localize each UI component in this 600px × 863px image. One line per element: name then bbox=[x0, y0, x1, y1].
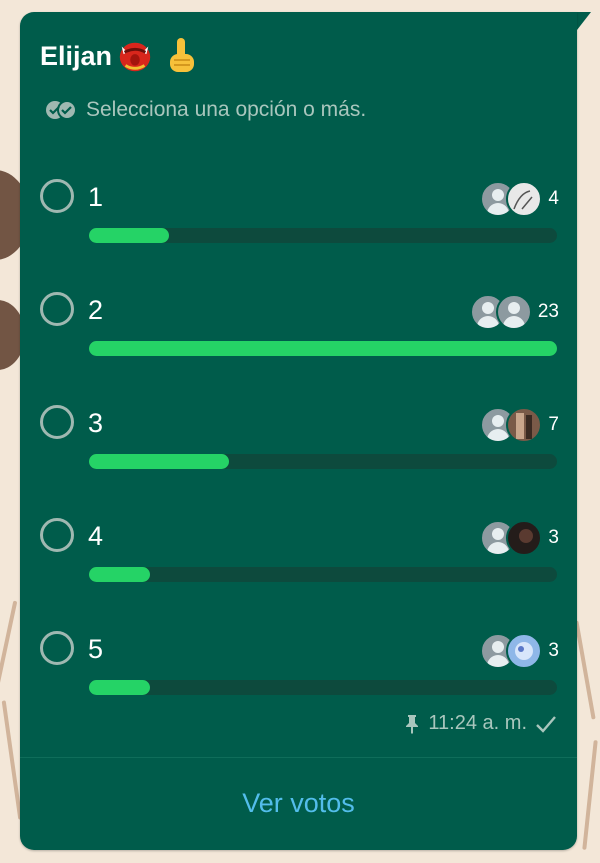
message-meta: 11:24 a. m. bbox=[404, 712, 557, 735]
vote-count: 7 bbox=[548, 414, 559, 435]
vote-count: 23 bbox=[537, 301, 559, 322]
voter-avatars[interactable]: 23 bbox=[469, 294, 559, 330]
vote-count: 4 bbox=[548, 188, 559, 209]
poll-option[interactable]: 1 4 bbox=[20, 162, 577, 272]
poll-option[interactable]: 2 23 bbox=[20, 275, 577, 385]
vote-bar bbox=[89, 341, 557, 356]
vote-bar bbox=[89, 454, 557, 469]
vote-bar bbox=[89, 228, 557, 243]
pointing-up-emoji-icon bbox=[170, 38, 195, 72]
avatar bbox=[506, 407, 543, 443]
option-label: 1 bbox=[88, 182, 104, 212]
vote-bar bbox=[89, 567, 557, 582]
vote-bar-fill bbox=[89, 454, 230, 469]
poll-title: Elijan bbox=[40, 36, 200, 76]
vote-bar-fill bbox=[89, 341, 557, 356]
option-label: 3 bbox=[88, 408, 104, 438]
poll-instruction: Selecciona una opción o más. bbox=[44, 98, 366, 122]
pin-icon bbox=[406, 714, 419, 734]
option-radio[interactable] bbox=[40, 518, 74, 552]
check-icon bbox=[536, 715, 556, 733]
option-radio[interactable] bbox=[40, 179, 74, 213]
poll-option[interactable]: 3 7 bbox=[20, 388, 577, 498]
vote-bar-fill bbox=[89, 567, 150, 582]
poll-option[interactable]: 5 3 bbox=[20, 614, 577, 724]
poll-message-bubble[interactable]: Elijan Selecciona una opción o más. 1 4 … bbox=[20, 12, 577, 850]
bubble-tail bbox=[577, 12, 591, 30]
avatar bbox=[506, 181, 543, 217]
red-mask-emoji-icon bbox=[119, 42, 151, 72]
poll-instruction-text: Selecciona una opción o más. bbox=[86, 98, 367, 121]
avatar bbox=[506, 633, 543, 669]
voter-avatars[interactable]: 7 bbox=[480, 407, 559, 443]
vote-bar-fill bbox=[89, 680, 150, 695]
vote-bar-fill bbox=[89, 228, 169, 243]
vote-bar bbox=[89, 680, 557, 695]
voter-avatars[interactable]: 3 bbox=[480, 633, 559, 669]
double-check-icon bbox=[46, 100, 77, 120]
message-time: 11:24 a. m. bbox=[428, 712, 527, 734]
poll-title-text: Elijan bbox=[40, 40, 113, 71]
option-label: 5 bbox=[88, 634, 104, 664]
option-radio[interactable] bbox=[40, 292, 74, 326]
view-votes-button[interactable]: Ver votos bbox=[20, 788, 577, 819]
voter-avatars[interactable]: 4 bbox=[480, 181, 559, 217]
option-radio[interactable] bbox=[40, 405, 74, 439]
vote-count: 3 bbox=[548, 527, 559, 548]
option-label: 4 bbox=[88, 521, 104, 551]
divider bbox=[20, 757, 577, 758]
poll-option[interactable]: 4 3 bbox=[20, 501, 577, 611]
avatar bbox=[495, 294, 532, 330]
option-label: 2 bbox=[88, 295, 104, 325]
vote-count: 3 bbox=[548, 640, 559, 661]
voter-avatars[interactable]: 3 bbox=[480, 520, 559, 556]
avatar bbox=[506, 520, 543, 556]
option-radio[interactable] bbox=[40, 631, 74, 665]
